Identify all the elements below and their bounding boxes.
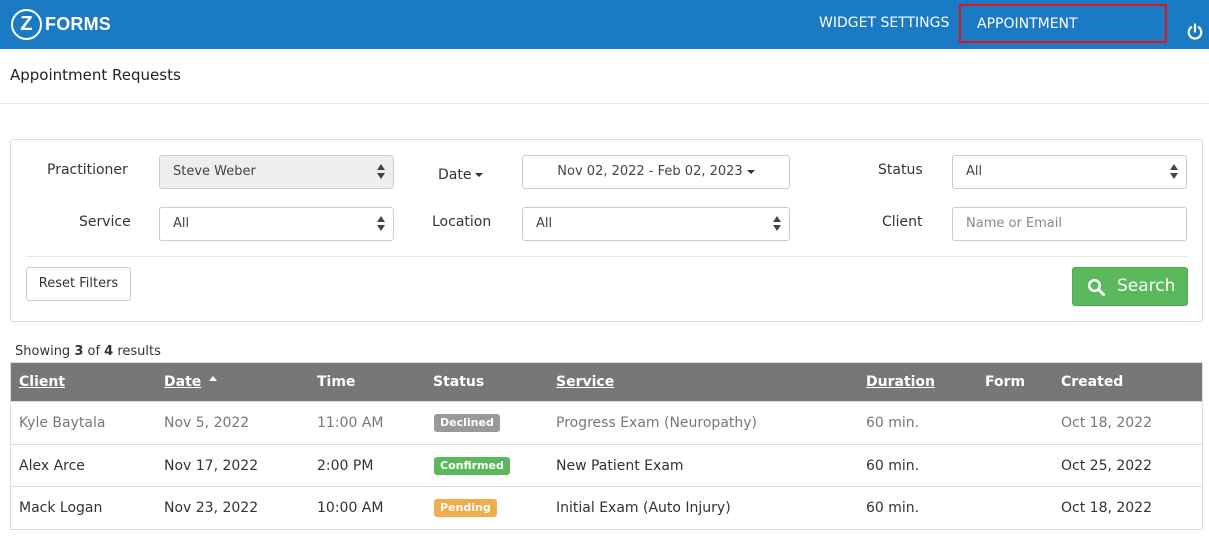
status-badge: Declined (434, 414, 500, 432)
cell-service: New Patient Exam (556, 457, 684, 474)
service-label: Service (79, 214, 131, 230)
cell-duration: 60 min. (866, 500, 920, 516)
client-label: Client (882, 214, 923, 230)
cell-service: Progress Exam (Neuropathy) (556, 415, 758, 431)
cell-time: 2:00 PM (317, 457, 374, 474)
search-icon (1087, 278, 1105, 296)
service-value: All (173, 216, 190, 231)
header-form: Form (985, 374, 1026, 390)
status-select[interactable]: All (952, 155, 1187, 189)
header-duration[interactable]: Duration (866, 363, 935, 401)
cell-service: Initial Exam (Auto Injury) (556, 500, 731, 516)
sort-ascending-icon (209, 375, 218, 381)
cell-created: Oct 18, 2022 (1061, 500, 1152, 516)
cell-client: Kyle Baytala (19, 415, 106, 431)
status-badge: Confirmed (434, 456, 510, 475)
practitioner-select[interactable]: Steve Weber (159, 155, 394, 189)
table-header: Client Date Time Status Service Duration… (11, 363, 1202, 401)
client-placeholder: Name or Email (966, 216, 1062, 231)
practitioner-label: Practitioner (47, 162, 128, 178)
date-range-value: Nov 02, 2022 - Feb 02, 2023 (557, 164, 743, 179)
logo-icon: Z (11, 9, 42, 40)
cell-date: Nov 23, 2022 (164, 500, 259, 516)
cell-created: Oct 18, 2022 (1061, 415, 1152, 431)
status-label: Status (878, 162, 923, 178)
nav-widget-settings[interactable]: WIDGET SETTINGS (819, 0, 949, 49)
caret-down-icon (475, 173, 484, 177)
zforms-logo[interactable]: Z FORMS (11, 9, 111, 40)
logo-text: FORMS (45, 14, 111, 34)
table-row[interactable]: Alex Arce Nov 17, 2022 2:00 PM Confirmed… (11, 443, 1202, 487)
client-input[interactable]: Name or Email (952, 207, 1187, 241)
select-arrows-icon (773, 216, 781, 232)
select-arrows-icon (1170, 164, 1178, 180)
status-value: All (966, 164, 983, 179)
nav-appointment-requests[interactable]: APPOINTMENT REQUESTS (959, 4, 1167, 69)
cell-date: Nov 5, 2022 (164, 415, 250, 431)
cell-date: Nov 17, 2022 (164, 457, 259, 474)
header-date[interactable]: Date (164, 363, 218, 401)
header-service[interactable]: Service (556, 363, 614, 401)
header-client[interactable]: Client (19, 363, 65, 401)
cell-created: Oct 25, 2022 (1061, 457, 1152, 474)
power-icon[interactable] (1186, 14, 1204, 40)
filter-panel: Practitioner Steve Weber Date Nov 02, 20… (10, 139, 1203, 322)
header-status: Status (433, 374, 485, 390)
table-row[interactable]: Mack Logan Nov 23, 2022 10:00 AM Pending… (11, 486, 1202, 529)
location-label: Location (432, 214, 492, 230)
header-time: Time (317, 374, 356, 390)
top-navbar: Z FORMS WIDGET SETTINGS APPOINTMENT REQU… (0, 0, 1209, 69)
date-range-picker[interactable]: Nov 02, 2022 - Feb 02, 2023 (522, 155, 790, 189)
search-button[interactable]: Search (1072, 267, 1188, 306)
status-badge: Pending (434, 499, 497, 517)
divider (0, 103, 1209, 104)
location-select[interactable]: All (522, 207, 790, 241)
location-value: All (536, 216, 553, 231)
select-arrows-icon (377, 164, 385, 180)
divider (26, 256, 1187, 257)
cell-duration: 60 min. (866, 415, 920, 431)
caret-down-icon (746, 169, 755, 174)
select-arrows-icon (377, 216, 385, 232)
table-row[interactable]: Kyle Baytala Nov 5, 2022 11:00 AM Declin… (11, 401, 1202, 444)
cell-time: 10:00 AM (317, 500, 384, 516)
search-label: Search (1117, 276, 1176, 296)
page-title: Appointment Requests (10, 66, 181, 84)
header-created: Created (1061, 374, 1124, 390)
service-select[interactable]: All (159, 207, 394, 241)
cell-duration: 60 min. (866, 457, 920, 474)
cell-client: Alex Arce (19, 457, 85, 474)
date-label[interactable]: Date (438, 167, 484, 183)
results-count: Showing 3 of 4 results (15, 344, 161, 359)
practitioner-value: Steve Weber (173, 164, 256, 179)
appointments-table: Client Date Time Status Service Duration… (10, 362, 1203, 530)
reset-filters-button[interactable]: Reset Filters (26, 267, 131, 301)
cell-client: Mack Logan (19, 500, 103, 516)
cell-time: 11:00 AM (317, 415, 384, 431)
